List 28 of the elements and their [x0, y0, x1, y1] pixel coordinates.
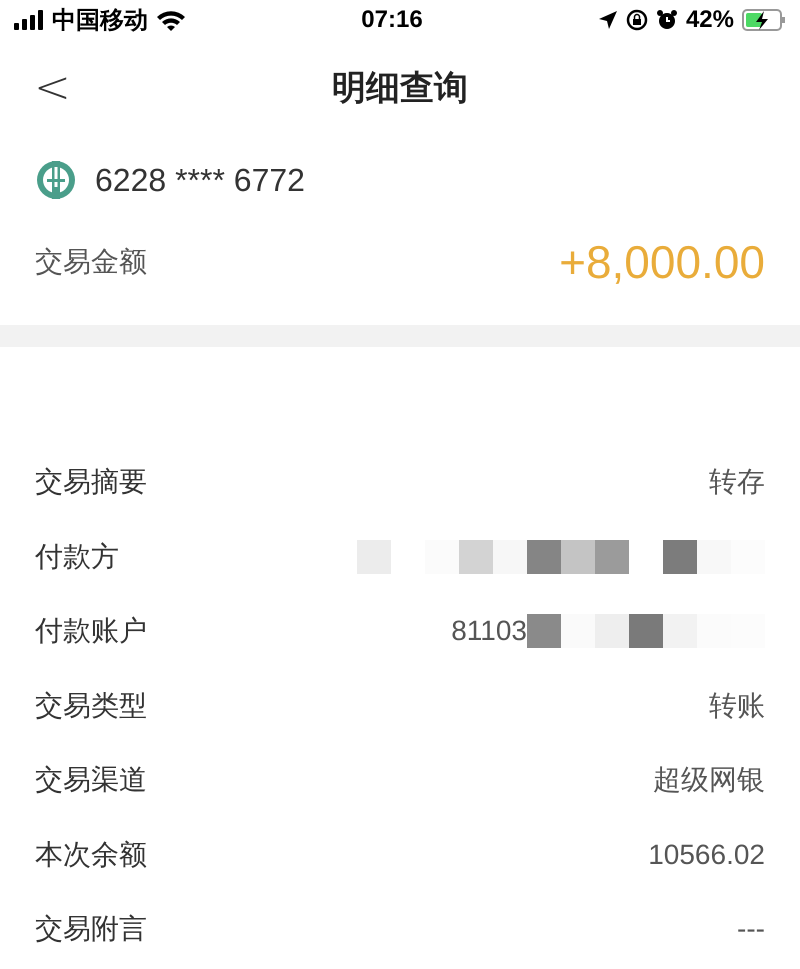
- rotation-lock-icon: [626, 9, 648, 31]
- detail-label: 交易类型: [35, 688, 147, 723]
- detail-value: 81103: [451, 615, 527, 648]
- detail-label: 付款账户: [35, 614, 147, 648]
- detail-label: 付款方: [35, 540, 119, 574]
- alarm-clock-icon: [656, 9, 678, 31]
- detail-label: 交易附言: [35, 912, 147, 946]
- battery-charging-icon: [742, 9, 786, 31]
- detail-value: 10566.02: [648, 838, 765, 871]
- detail-label: 交易渠道: [35, 763, 147, 798]
- signal-icon: [14, 10, 44, 30]
- amount-value: +8,000.00: [559, 235, 765, 289]
- detail-label: 交易摘要: [35, 465, 147, 500]
- detail-value: 转账: [709, 688, 765, 723]
- account-number: 6228 **** 6772: [95, 162, 305, 198]
- carrier-name: 中国移动: [52, 6, 148, 36]
- location-icon: [598, 10, 618, 30]
- detail-value: 超级网银: [653, 763, 765, 798]
- amount-label: 交易金额: [35, 245, 147, 279]
- bank-logo-icon: [35, 159, 77, 201]
- detail-value: ---: [737, 913, 765, 946]
- battery-percent: 42%: [686, 6, 734, 34]
- clock-time: 07:16: [361, 6, 423, 34]
- detail-value: 转存: [709, 465, 765, 500]
- page-title: 明细查询: [332, 68, 468, 109]
- back-button[interactable]: <: [28, 64, 77, 112]
- detail-label: 本次余额: [35, 838, 147, 872]
- wifi-icon: [156, 9, 186, 31]
